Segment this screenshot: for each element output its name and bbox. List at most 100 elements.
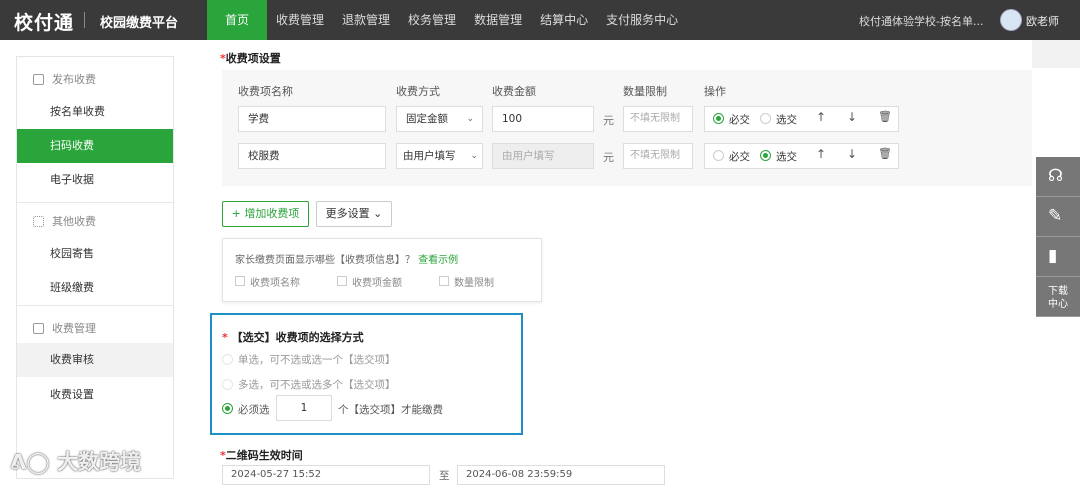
sidebar-group-label: 收费管理 <box>52 322 96 335</box>
start-date-input[interactable]: 2024-05-27 15:52 <box>222 465 430 485</box>
school-selector[interactable]: 校付通体验学校-按名单... <box>859 13 983 29</box>
must-select-suffix: 个【选交项】才能缴费 <box>338 404 443 416</box>
user-name[interactable]: 欧老师 <box>1026 13 1059 29</box>
sidebar-divider <box>17 305 173 306</box>
optional-radio[interactable] <box>760 113 771 124</box>
nav-fee-management[interactable]: 收费管理 <box>267 0 333 40</box>
watermark-logo-icon: ᕕ◯ <box>10 450 58 474</box>
sidebar-item-class-fee[interactable]: 班级缴费 <box>17 271 173 305</box>
checkbox-label: 收费项名称 <box>250 278 300 289</box>
date-separator: 至 <box>439 470 450 482</box>
arrow-up-icon[interactable]: ↑ <box>816 147 826 161</box>
sidebar-item-list-fee[interactable]: 按名单收费 <box>17 95 173 129</box>
feedback-button[interactable]: ✎ <box>1036 197 1080 237</box>
checkbox[interactable] <box>439 276 449 286</box>
pen-icon: ✎ <box>1048 206 1063 226</box>
fee-amount-input[interactable]: 由用户填写 <box>492 143 594 169</box>
chevron-down-icon: ⌄ <box>466 114 474 124</box>
checkbox[interactable] <box>235 276 245 286</box>
sidebar-item-fee-settings[interactable]: 收费设置 <box>17 378 173 412</box>
book-icon: ▮ <box>1048 246 1058 266</box>
nav-home[interactable]: 首页 <box>207 0 268 40</box>
logo[interactable]: 校付通 <box>14 8 74 35</box>
optional-label: 选交 <box>776 151 797 163</box>
avatar[interactable] <box>1000 9 1022 31</box>
fee-amount-input[interactable]: 100 <box>492 106 594 132</box>
optional-radio[interactable] <box>760 150 771 161</box>
fee-limit-input[interactable]: 不填无限制 <box>623 106 693 132</box>
shield-icon <box>33 322 44 334</box>
unit-label: 元 <box>603 114 614 127</box>
add-fee-item-button[interactable]: + 增加收费项 <box>222 201 309 227</box>
required-label: 必交 <box>729 114 750 126</box>
display-question: 家长缴费页面显示哪些【收费项信息】？ 查看示例 <box>235 255 459 266</box>
arrow-down-icon[interactable]: ↓ <box>847 110 857 124</box>
headset-icon: ☊ <box>1048 166 1064 186</box>
customer-service-button[interactable]: ☊ <box>1036 157 1080 197</box>
download-center-button[interactable]: 下载 中心 <box>1036 277 1080 317</box>
qr-validity-title: *二维码生效时间 <box>220 449 303 462</box>
sidebar-item-e-receipt[interactable]: 电子收据 <box>17 163 173 197</box>
logo-divider <box>84 12 85 28</box>
multi-select-radio[interactable] <box>222 379 233 390</box>
fee-name-input[interactable]: 学费 <box>238 106 386 132</box>
display-settings-panel: 家长缴费页面显示哪些【收费项信息】？ 查看示例 收费项名称 收费项金额 数量限制 <box>222 238 542 302</box>
sidebar-item-qr-fee[interactable]: 扫码收费 <box>17 129 173 163</box>
chevron-down-icon: ⌄ <box>373 207 383 220</box>
nav-settlement-center[interactable]: 结算中心 <box>531 0 597 40</box>
fee-method-select[interactable]: 固定金额 ⌄ <box>396 106 483 132</box>
col-header-ops: 操作 <box>704 85 726 98</box>
must-select-count-input[interactable]: 1 <box>276 395 332 421</box>
optional-label: 选交 <box>776 114 797 126</box>
manual-button[interactable]: ▮ <box>1036 237 1080 277</box>
checkbox-label: 收费项金额 <box>352 278 402 289</box>
sidebar-group-label: 其他收费 <box>52 215 96 228</box>
single-select-radio[interactable] <box>222 354 233 365</box>
col-header-amount: 收费金额 <box>492 85 536 98</box>
sidebar-group-publish: 发布收费 <box>17 61 173 97</box>
sidebar-item-fee-review[interactable]: 收费审核 <box>17 343 173 377</box>
arrow-down-icon[interactable]: ↓ <box>847 147 857 161</box>
required-label: 必交 <box>729 151 750 163</box>
fee-limit-input[interactable]: 不填无限制 <box>623 143 693 169</box>
end-date-input[interactable]: 2024-06-08 23:59:59 <box>457 465 665 485</box>
col-header-method: 收费方式 <box>396 85 440 98</box>
required-radio[interactable] <box>713 113 724 124</box>
col-header-name: 收费项名称 <box>238 85 293 98</box>
checkbox[interactable] <box>337 276 347 286</box>
sidebar-group-fee-mgmt: 收费管理 <box>17 310 173 346</box>
nav-refund-management[interactable]: 退款管理 <box>333 0 399 40</box>
unit-label: 元 <box>603 151 614 164</box>
nav-data-management[interactable]: 数据管理 <box>465 0 531 40</box>
selection-mode-title: * 【选交】收费项的选择方式 <box>222 331 364 344</box>
selection-mode-panel: * 【选交】收费项的选择方式 单选，可不选或选一个【选交项】 多选，可不选或选多… <box>210 313 523 435</box>
view-example-link[interactable]: 查看示例 <box>418 255 458 266</box>
required-radio[interactable] <box>713 150 724 161</box>
col-header-limit: 数量限制 <box>623 85 667 98</box>
top-bar: 校付通 校园缴费平台 首页 收费管理 退款管理 校务管理 数据管理 结算中心 支… <box>0 0 1080 40</box>
must-select-prefix: 必须选 <box>238 404 270 416</box>
grid-icon <box>33 215 44 227</box>
main-nav: 首页 收费管理 退款管理 校务管理 数据管理 结算中心 支付服务中心 <box>207 0 687 40</box>
edit-icon <box>33 73 44 85</box>
sidebar: 发布收费 按名单收费 扫码收费 电子收据 其他收费 校园寄售 班级缴费 收费管理… <box>16 56 174 479</box>
arrow-up-icon[interactable]: ↑ <box>816 110 826 124</box>
sidebar-item-consignment[interactable]: 校园寄售 <box>17 237 173 271</box>
must-select-radio[interactable] <box>222 403 233 414</box>
page-edge <box>1032 40 1080 68</box>
chevron-down-icon: ⌄ <box>470 151 478 161</box>
sidebar-group-label: 发布收费 <box>52 73 96 86</box>
multi-select-label: 多选，可不选或选多个【选交项】 <box>238 379 396 391</box>
nav-payment-service[interactable]: 支付服务中心 <box>597 0 687 40</box>
checkbox-label: 数量限制 <box>454 278 494 289</box>
nav-school-affairs[interactable]: 校务管理 <box>399 0 465 40</box>
trash-icon[interactable]: 🗑 <box>878 110 892 123</box>
sidebar-group-other: 其他收费 <box>17 203 173 239</box>
more-settings-button[interactable]: 更多设置 ⌄ <box>316 201 392 227</box>
platform-title: 校园缴费平台 <box>100 16 179 31</box>
download-center-label: 下载 中心 <box>1048 286 1068 310</box>
fee-name-input[interactable]: 校服费 <box>238 143 386 169</box>
trash-icon[interactable]: 🗑 <box>878 147 892 160</box>
fee-method-select[interactable]: 由用户填写 ⌄ <box>396 143 483 169</box>
watermark: ᕕ◯ 大数跨境 <box>10 450 142 474</box>
